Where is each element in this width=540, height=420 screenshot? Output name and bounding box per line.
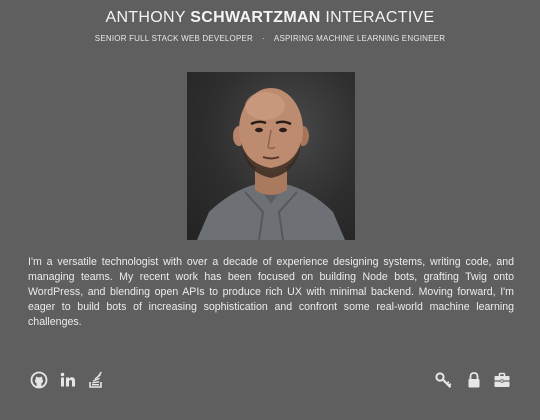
site-title-last: INTERACTIVE [320, 9, 435, 26]
role-secondary: ASPIRING MACHINE LEARNING ENGINEER [273, 34, 446, 43]
github-icon[interactable] [30, 371, 48, 389]
tagline: SENIOR FULL STACK WEB DEVELOPER · ASPIRING… [0, 34, 540, 43]
site-title-surname: SCHWARTZMAN [190, 9, 321, 26]
linkedin-icon[interactable] [59, 371, 77, 389]
role-primary: SENIOR FULL STACK WEB DEVELOPER [94, 34, 254, 43]
briefcase-icon[interactable] [493, 371, 511, 389]
stackoverflow-icon[interactable] [87, 371, 105, 389]
key-icon[interactable] [435, 371, 453, 389]
profile-photo [187, 72, 355, 240]
bio-paragraph: I'm a versatile technologist with over a… [28, 256, 514, 328]
site-title-first: ANTHONY [105, 9, 191, 26]
tagline-separator: · [262, 34, 265, 43]
portrait-illustration [197, 88, 345, 240]
lock-icon[interactable] [465, 371, 483, 389]
site-title: ANTHONY SCHWARTZMAN INTERACTIVE [0, 9, 540, 27]
